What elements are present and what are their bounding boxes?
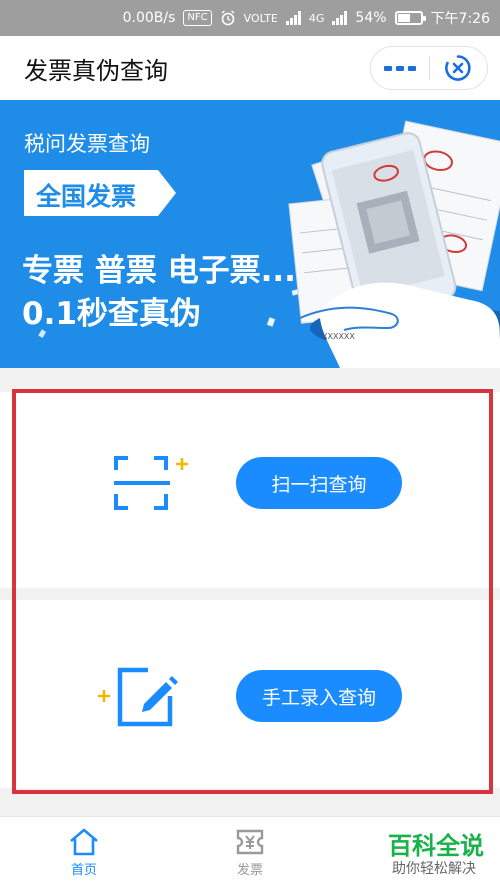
app-header: 发票真伪查询: [0, 36, 500, 100]
watermark-title: 百科全说: [388, 832, 484, 860]
status-bar: 0.00B/s NFC VOLTE 4G 54% 下午7:26: [0, 0, 500, 36]
battery-percent: 54%: [355, 10, 387, 26]
edit-icon: [98, 667, 178, 727]
banner-headline-1: 专票 普票 电子票...: [22, 253, 296, 289]
page-title: 发票真伪查询: [24, 56, 168, 85]
close-miniapp-icon: [445, 55, 471, 81]
manual-query-button[interactable]: 手工录入查询: [236, 670, 402, 722]
home-icon: [70, 828, 98, 856]
scan-query-button[interactable]: 扫一扫查询: [236, 457, 402, 509]
tab-home-label: 首页: [70, 863, 97, 878]
banner-tag-label: 全国发票: [36, 182, 137, 211]
network-type: 4G: [308, 11, 325, 25]
close-button[interactable]: [429, 47, 487, 89]
network-speed: 0.00B/s: [122, 10, 176, 26]
more-icon: [383, 65, 416, 71]
volte-label: VOLTE: [243, 11, 278, 25]
banner-subtitle: 税问发票查询: [24, 132, 150, 156]
alarm-icon: [221, 10, 235, 26]
banner-headline-2: 0.1秒查真伪: [22, 296, 201, 332]
banner-tag: 全国发票: [24, 170, 176, 216]
nfc-badge: NFC: [183, 10, 212, 26]
battery-icon: [394, 11, 426, 25]
miniapp-capsule: [370, 46, 488, 90]
signal-icon: [285, 11, 301, 25]
invoice-icon: [236, 829, 264, 855]
tab-invoice[interactable]: 发票: [190, 817, 310, 889]
watermark-subtitle: 助你轻松解决: [392, 861, 476, 877]
tab-home[interactable]: 首页: [24, 817, 144, 889]
clock: 下午7:26: [430, 11, 490, 27]
scan-query-card: 扫一扫查询: [0, 392, 500, 588]
manual-query-card: 手工录入查询: [0, 600, 500, 788]
receipt-code-label: XXXXXX: [322, 332, 355, 341]
more-button[interactable]: [371, 47, 429, 89]
signal-icon-2: [332, 11, 348, 25]
tab-invoice-label: 发票: [236, 863, 263, 878]
scan-icon: [114, 456, 188, 510]
